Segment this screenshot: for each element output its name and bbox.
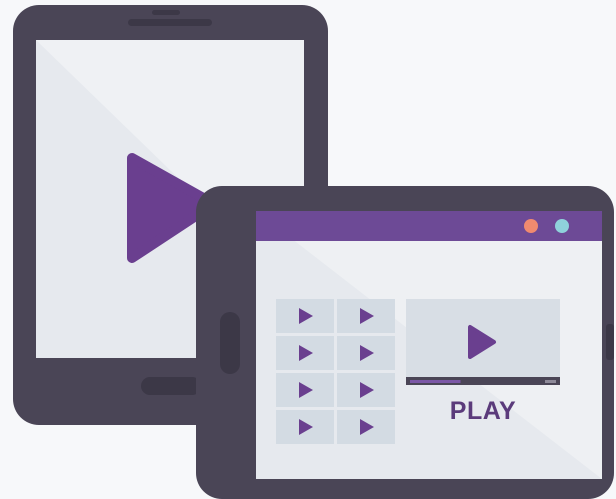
illustration: PLAY: [0, 0, 616, 499]
video-volume[interactable]: [545, 380, 556, 383]
window-toolbar: [256, 211, 602, 241]
portrait-tablet-home-button[interactable]: [141, 377, 201, 395]
portrait-tablet-top-button: [152, 10, 180, 15]
play-label[interactable]: PLAY: [404, 397, 562, 426]
video-player: [406, 299, 560, 385]
landscape-tablet: [196, 186, 614, 499]
video-progress-fill: [410, 380, 461, 383]
portrait-tablet-speaker: [128, 19, 212, 26]
landscape-tablet-screen: [256, 211, 602, 479]
landscape-tablet-side-button: [606, 324, 614, 360]
window-dot-orange[interactable]: [524, 219, 538, 233]
landscape-tablet-home-button[interactable]: [220, 312, 240, 374]
window-dot-teal[interactable]: [555, 219, 569, 233]
